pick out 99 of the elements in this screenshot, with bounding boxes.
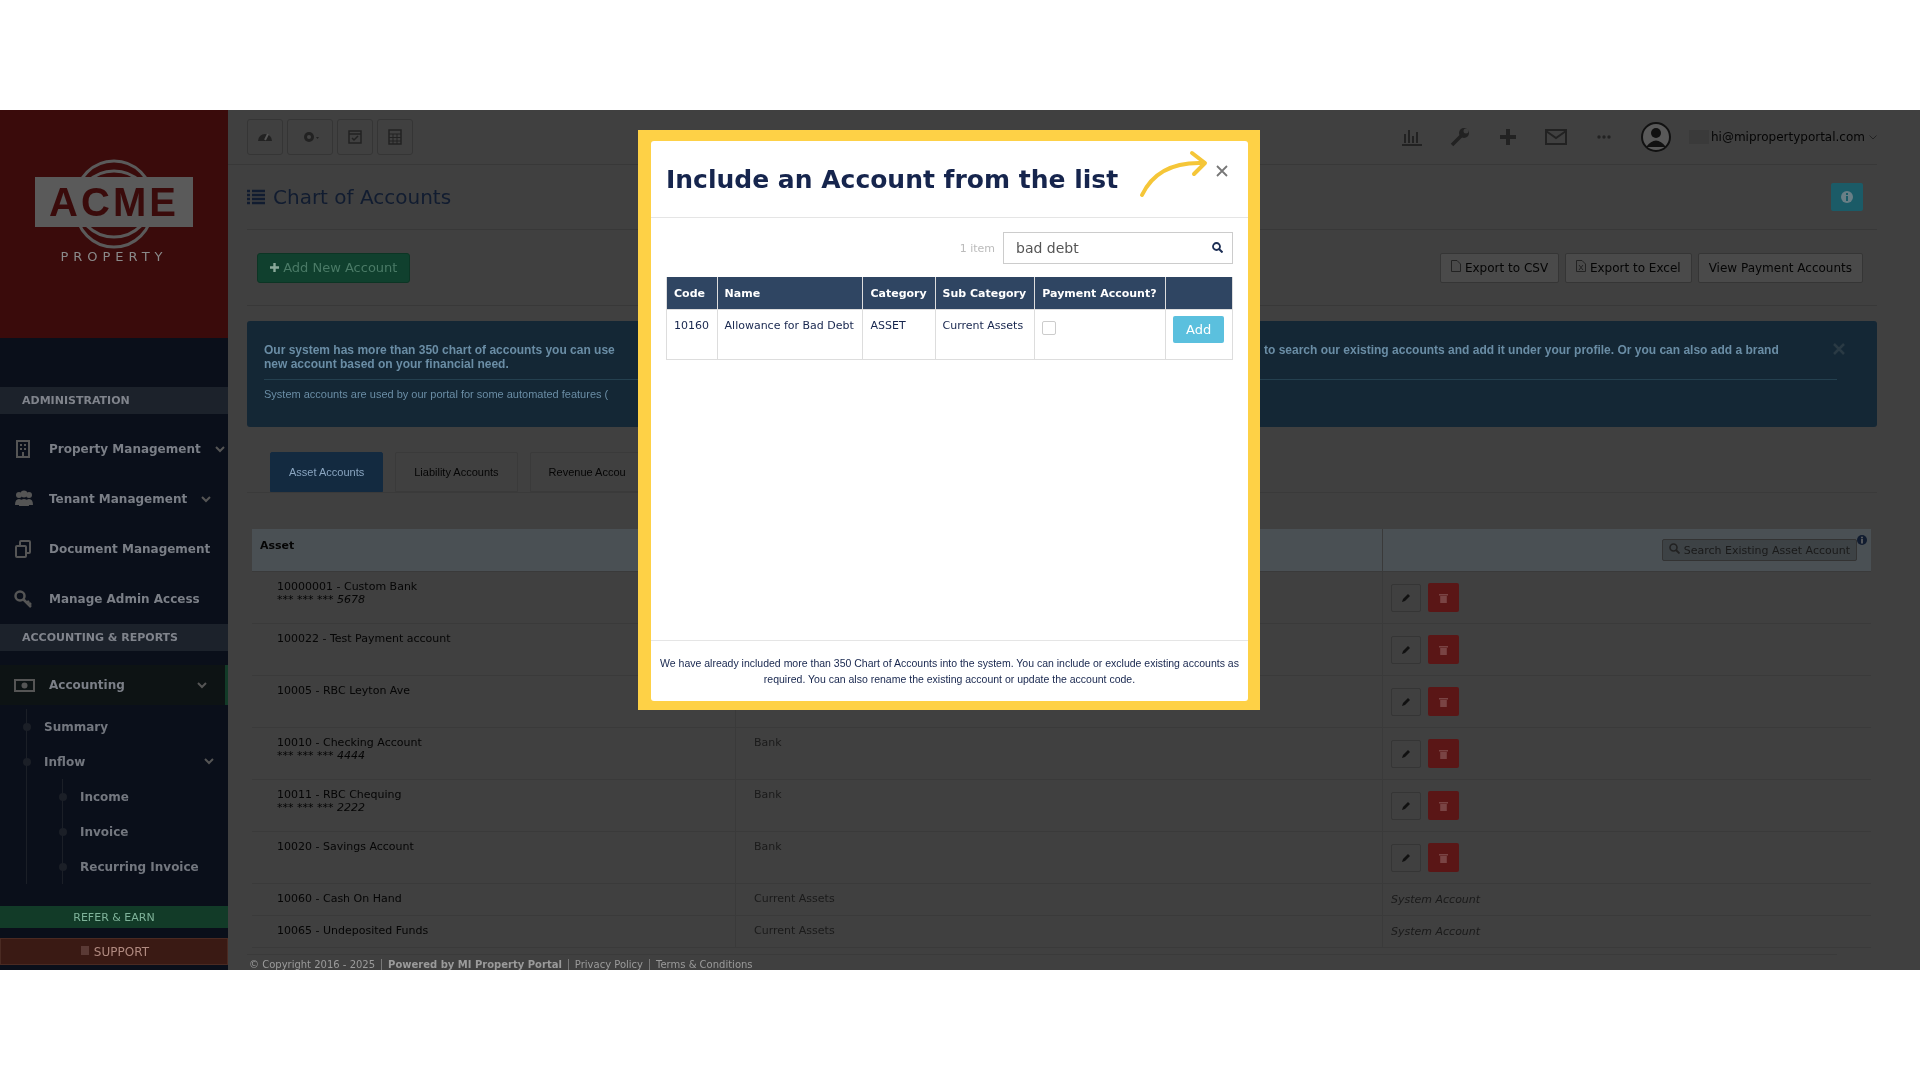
column-header: Name: [717, 277, 863, 310]
sidebar-item[interactable]: Accounting: [0, 665, 228, 705]
delete-button[interactable]: [1428, 687, 1459, 716]
column-header: Payment Account?: [1034, 277, 1166, 310]
calendar-icon: [346, 128, 364, 147]
toolbar-button[interactable]: [287, 119, 333, 156]
pencil-icon: [1401, 800, 1411, 811]
close-icon[interactable]: [1216, 165, 1228, 177]
edit-button[interactable]: [1391, 635, 1421, 664]
view-payment-accounts-button[interactable]: View Payment Accounts: [1697, 252, 1863, 283]
trash-icon: [1439, 592, 1448, 603]
info-icon: [1857, 535, 1867, 545]
banner-text: to search our existing accounts and add it under your profile. Or you can also add a brand: [1264, 343, 1779, 358]
table-cell: 10160: [666, 309, 718, 360]
account-name: 10010 - Checking Account: [277, 736, 423, 749]
sidebar-item[interactable]: Property Management: [0, 424, 228, 474]
delete-button[interactable]: [1428, 843, 1459, 872]
trash-icon: [1439, 748, 1448, 759]
sidebar-item[interactable]: Manage Admin Access: [0, 574, 228, 624]
plus-icon: [270, 263, 279, 273]
add-account-button[interactable]: Add New Account: [257, 252, 411, 283]
submenu-item[interactable]: Summary: [27, 709, 228, 744]
support-button[interactable]: SUPPORT: [0, 938, 228, 965]
pencil-icon: [1401, 748, 1411, 759]
file-icon: [1451, 260, 1462, 273]
spreadsheet-icon: [1576, 260, 1587, 273]
edit-button[interactable]: [1391, 791, 1421, 820]
toolbar-button[interactable]: [337, 119, 373, 156]
chevron-down-icon: [201, 495, 212, 503]
pencil-icon: [1401, 696, 1411, 707]
curved-arrow: [1138, 149, 1210, 199]
delete-button[interactable]: [1428, 583, 1459, 612]
section-heading: ADMINISTRATION: [0, 387, 228, 414]
toolbar-button[interactable]: [247, 119, 283, 156]
trash-icon: [1439, 852, 1448, 863]
banner-text: Our system has more than 350 chart of accounts you can use: [264, 343, 616, 358]
table-cell: ASSET: [862, 309, 935, 360]
edit-button[interactable]: [1391, 739, 1421, 768]
account-name: 10000001 - Custom Bank: [277, 580, 419, 593]
masked-number: *** *** *** 4444: [277, 749, 366, 762]
dialog-note: We have already included more than 350 Chart of Accounts into the system. You can include or exclude existing accounts as required. You can also rename the existing account or update the account code.: [651, 640, 1248, 701]
sidebar-item[interactable]: Tenant Management: [0, 474, 228, 524]
info-button[interactable]: [1831, 183, 1863, 212]
submenu-item[interactable]: Inflow: [27, 744, 228, 779]
table-cell: Allowance for Bad Debt: [717, 309, 863, 360]
refer-button[interactable]: REFER & EARN: [0, 906, 228, 928]
column-header: Category: [862, 277, 935, 310]
toolbar-button[interactable]: [377, 119, 413, 156]
trash-icon: [1439, 644, 1448, 655]
calculator-icon: [386, 128, 404, 147]
search-field[interactable]: bad debt: [1003, 232, 1233, 264]
sidebar-item[interactable]: Document Management: [0, 524, 228, 574]
delete-button[interactable]: [1428, 635, 1459, 664]
book-icon: [79, 944, 91, 956]
dialog-title: Include an Account from the list: [666, 164, 1119, 194]
chevron-down-icon: [204, 758, 214, 765]
table-cell: Current Assets: [935, 309, 1035, 360]
account-tab[interactable]: Asset Accounts: [270, 452, 384, 492]
edit-button[interactable]: [1391, 583, 1421, 612]
pencil-icon: [1401, 592, 1411, 603]
submenu-item[interactable]: Recurring Invoice: [63, 849, 228, 884]
result-count: 1 item: [959, 241, 995, 255]
info-icon: [1841, 191, 1853, 204]
banner-note: System accounts are used by our portal for some automated features (: [264, 388, 610, 401]
caret-icon: [1869, 134, 1877, 140]
chevron-down-icon: [214, 445, 225, 453]
logo-tagline: PROPERTY: [60, 249, 168, 264]
submenu-item[interactable]: Invoice: [63, 814, 228, 849]
column-header: Sub Category: [935, 277, 1035, 310]
account-name: 10020 - Savings Account: [277, 840, 415, 853]
trash-icon: [1439, 800, 1448, 811]
delete-button[interactable]: [1428, 791, 1459, 820]
delete-button[interactable]: [1428, 739, 1459, 768]
trash-icon: [1439, 696, 1448, 707]
checkbox[interactable]: [1042, 321, 1057, 335]
column-header: Asset: [259, 538, 296, 554]
search-icon[interactable]: [1212, 242, 1223, 253]
submenu-item[interactable]: Income: [63, 779, 228, 814]
account-name: 10005 - RBC Leyton Ave: [277, 684, 411, 697]
export-button[interactable]: Export to CSV: [1440, 252, 1560, 283]
column-header: Code: [666, 277, 718, 310]
account-name: 10060 - Cash On Hand: [277, 892, 403, 905]
pencil-icon: [1401, 644, 1411, 655]
account-name: 10011 - RBC Chequing: [277, 788, 403, 801]
list-icon: [247, 189, 265, 206]
account-name: 10065 - Undeposited Funds: [277, 924, 430, 937]
wrench-icon[interactable]: [1448, 126, 1471, 149]
edit-button[interactable]: [1391, 687, 1421, 716]
export-button[interactable]: Export to Excel: [1565, 252, 1692, 283]
edit-button[interactable]: [1391, 843, 1421, 872]
account-name: 100022 - Test Payment account: [277, 632, 452, 645]
masked-number: *** *** *** 5678: [277, 593, 366, 606]
copyright-text: © Copyright 2016 - 2025: [249, 959, 376, 970]
section-heading: ACCOUNTING & REPORTS: [0, 624, 228, 651]
pencil-icon: [1401, 852, 1411, 863]
logo-wordmark: ACME: [35, 177, 193, 227]
avatar-icon[interactable]: [1640, 122, 1671, 153]
search-icon: [1669, 543, 1681, 554]
banner-text: new account based on your financial need.: [264, 357, 510, 372]
